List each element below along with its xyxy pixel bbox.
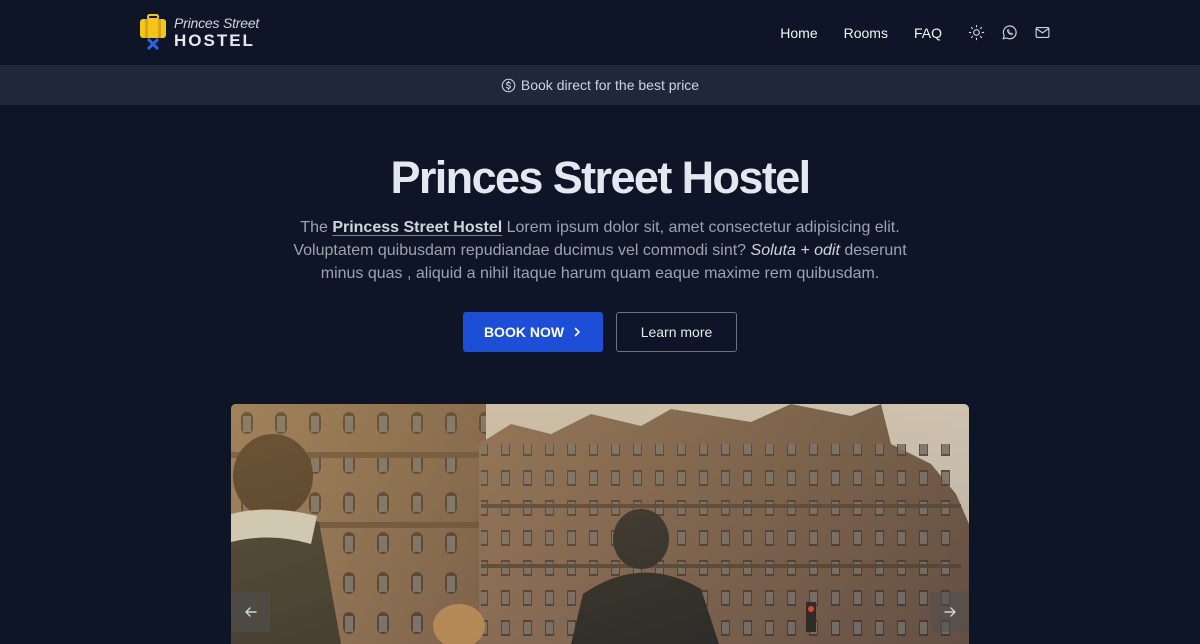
sun-icon[interactable]: [968, 24, 985, 41]
whatsapp-icon[interactable]: [1001, 24, 1018, 41]
nav-icons: [968, 0, 1051, 65]
brand-name-line2: HOSTEL: [174, 30, 255, 50]
promo-text: Book direct for the best price: [520, 77, 700, 93]
brand-name-line1: Princes Street: [174, 14, 260, 31]
suitcase-logo-icon: [140, 14, 166, 50]
hero-title: Princes Street Hostel: [390, 152, 811, 203]
brand-logo-link[interactable]: Princes Street HOSTEL: [139, 14, 259, 50]
learn-more-button[interactable]: Learn more: [616, 312, 737, 352]
hero-description: The Princess Street Hostel Lorem ipsum d…: [292, 216, 908, 285]
book-now-button[interactable]: BOOK NOW: [463, 312, 603, 352]
hero-desc-italic: Soluta + odit: [750, 242, 840, 259]
nav-link-rooms[interactable]: Rooms: [844, 25, 888, 41]
hostel-building-photo: [231, 404, 969, 644]
arrow-right-icon: [943, 607, 956, 617]
carousel-prev-button[interactable]: [231, 592, 270, 632]
nav-link-faq[interactable]: FAQ: [914, 25, 942, 41]
hostel-name-link[interactable]: Princess Street Hostel: [332, 219, 502, 236]
chevron-right-icon: [574, 327, 580, 337]
learn-more-label: Learn more: [640, 324, 713, 340]
main-nav: Home Rooms FAQ: [780, 0, 942, 65]
book-now-label: BOOK NOW: [483, 324, 565, 340]
promo-banner: Book direct for the best price: [0, 65, 1200, 105]
navbar: Princes Street HOSTEL Home Rooms FAQ: [0, 0, 1200, 65]
mail-icon[interactable]: [1034, 24, 1051, 41]
hero-carousel: [231, 404, 969, 644]
carousel-next-button[interactable]: [930, 592, 969, 632]
arrow-left-icon: [244, 607, 257, 617]
dollar-circle-icon: [501, 78, 516, 92]
hero-desc-prefix: The: [300, 219, 333, 236]
nav-link-home[interactable]: Home: [780, 25, 817, 41]
